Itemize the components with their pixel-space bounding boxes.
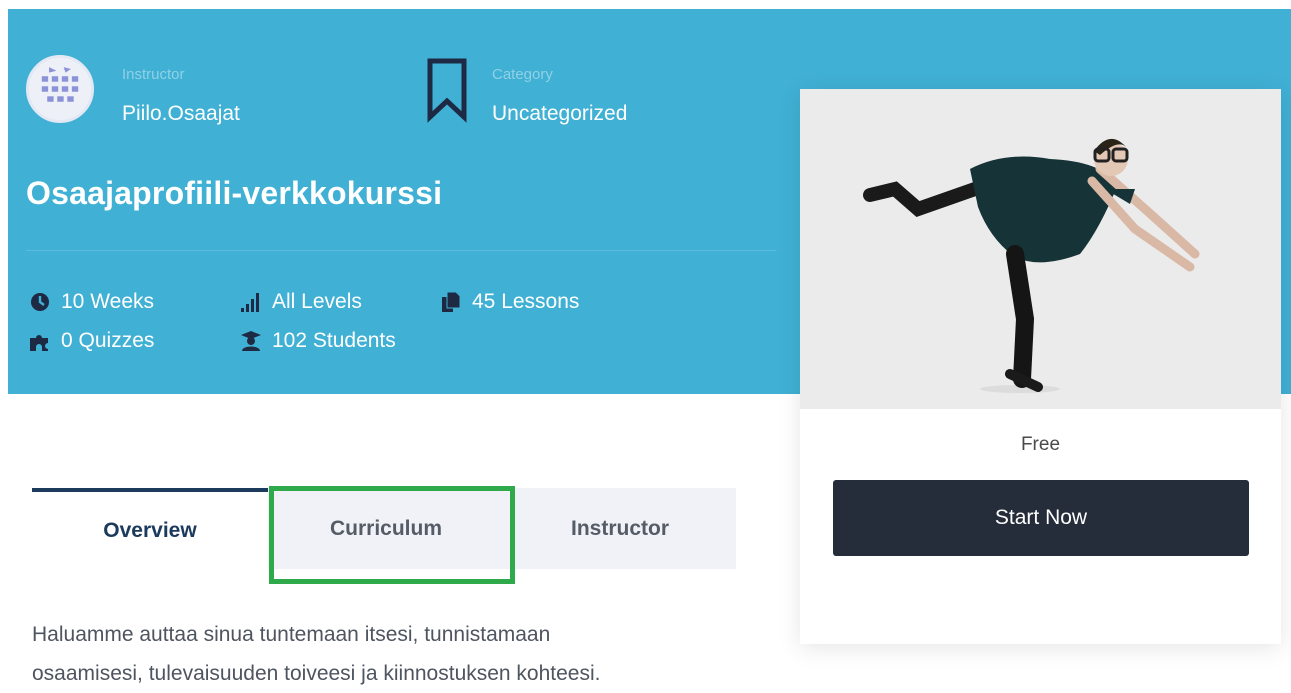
tab-curriculum[interactable]: Curriculum: [268, 488, 504, 569]
instructor-name[interactable]: Piilo.Osaajat: [122, 102, 240, 126]
stat-students-text: 102 Students: [272, 329, 396, 352]
puzzle-icon: [29, 330, 51, 352]
stat-level: All Levels: [240, 290, 362, 314]
course-photo: [800, 89, 1281, 409]
stat-students: 102 Students: [240, 329, 396, 353]
enroll-card: Free Start Now: [800, 89, 1281, 644]
start-now-button[interactable]: Start Now: [833, 480, 1249, 556]
clock-icon: [29, 291, 51, 313]
stat-duration: 10 Weeks: [29, 290, 154, 314]
course-title: Osaajaprofiili-verkkokurssi: [26, 175, 443, 211]
graduate-icon: [240, 330, 262, 352]
instructor-avatar[interactable]: [26, 55, 94, 123]
category-label: Category: [492, 66, 553, 83]
description-line: Haluamme auttaa sinua tuntemaan itsesi, …: [32, 623, 551, 646]
stat-quizzes-text: 0 Quizzes: [61, 329, 155, 352]
tab-overview[interactable]: Overview: [32, 488, 268, 569]
stat-duration-text: 10 Weeks: [61, 290, 154, 313]
instructor-label: Instructor: [122, 66, 185, 83]
stat-lessons-text: 45 Lessons: [472, 290, 580, 313]
description-line: osaamisesi, tulevaisuuden toiveesi ja ki…: [32, 662, 601, 685]
course-price: Free: [1020, 434, 1061, 455]
tab-instructor[interactable]: Instructor: [504, 488, 736, 569]
stat-quizzes: 0 Quizzes: [29, 329, 154, 353]
course-tabs: Overview Curriculum Instructor: [32, 488, 736, 569]
course-description: Haluamme auttaa sinua tuntemaan itsesi, …: [32, 615, 772, 693]
stat-level-text: All Levels: [272, 290, 362, 313]
hero-divider: [26, 250, 776, 251]
copy-icon: [440, 291, 462, 313]
stat-lessons: 45 Lessons: [440, 290, 579, 314]
bookmark-icon: [425, 57, 469, 123]
category-value[interactable]: Uncategorized: [492, 102, 627, 126]
signal-bars-icon: [240, 291, 262, 313]
